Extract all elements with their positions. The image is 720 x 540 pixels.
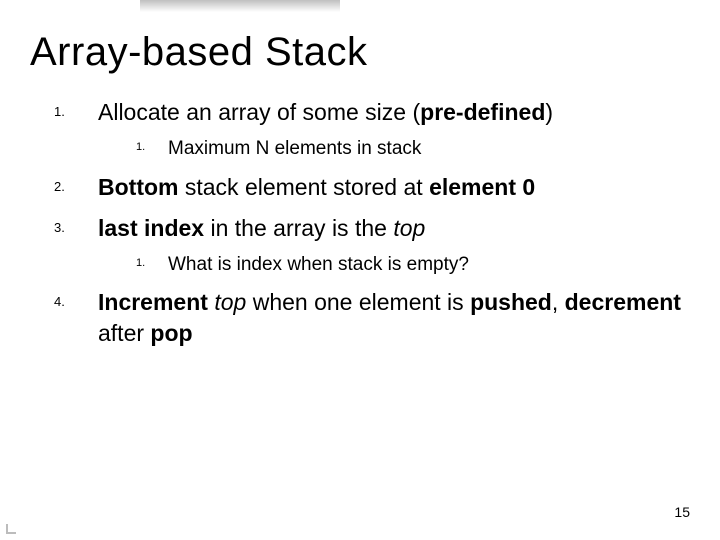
bold-text: pop (150, 320, 192, 346)
text: in the array is the (204, 215, 393, 241)
text: Maximum N elements in stack (168, 138, 421, 159)
sub-list-item: What is index when stack is empty? (142, 252, 690, 278)
text: stack element stored at (178, 174, 429, 200)
sub-list-item: Maximum N elements in stack (142, 136, 690, 162)
main-list: Allocate an array of some size (pre-defi… (30, 97, 690, 350)
bold-text: pre-defined (420, 99, 545, 125)
bold-text: Increment (98, 289, 214, 315)
corner-decoration (6, 520, 20, 534)
text: What is index when stack is empty? (168, 254, 469, 275)
text: , (552, 289, 565, 315)
sub-list: Maximum N elements in stack (98, 136, 690, 162)
bold-text: decrement (565, 289, 681, 315)
slide-title: Array-based Stack (30, 30, 690, 75)
text: when one element is (246, 289, 470, 315)
text: after (98, 320, 150, 346)
text: ) (545, 99, 553, 125)
italic-text: top (393, 215, 425, 241)
bold-text: last index (98, 215, 204, 241)
bold-text: Bottom (98, 174, 178, 200)
sub-list: What is index when stack is empty? (98, 252, 690, 278)
bold-text: pushed (470, 289, 552, 315)
bold-text: element 0 (429, 174, 535, 200)
list-item: Increment top when one element is pushed… (70, 287, 690, 349)
italic-text: top (214, 289, 246, 315)
list-item: Allocate an array of some size (pre-defi… (70, 97, 690, 162)
list-item: Bottom stack element stored at element 0 (70, 172, 690, 203)
list-item: last index in the array is the top What … (70, 213, 690, 278)
text: Allocate an array of some size ( (98, 99, 420, 125)
page-number: 15 (674, 504, 690, 520)
slide: Array-based Stack Allocate an array of s… (0, 0, 720, 540)
